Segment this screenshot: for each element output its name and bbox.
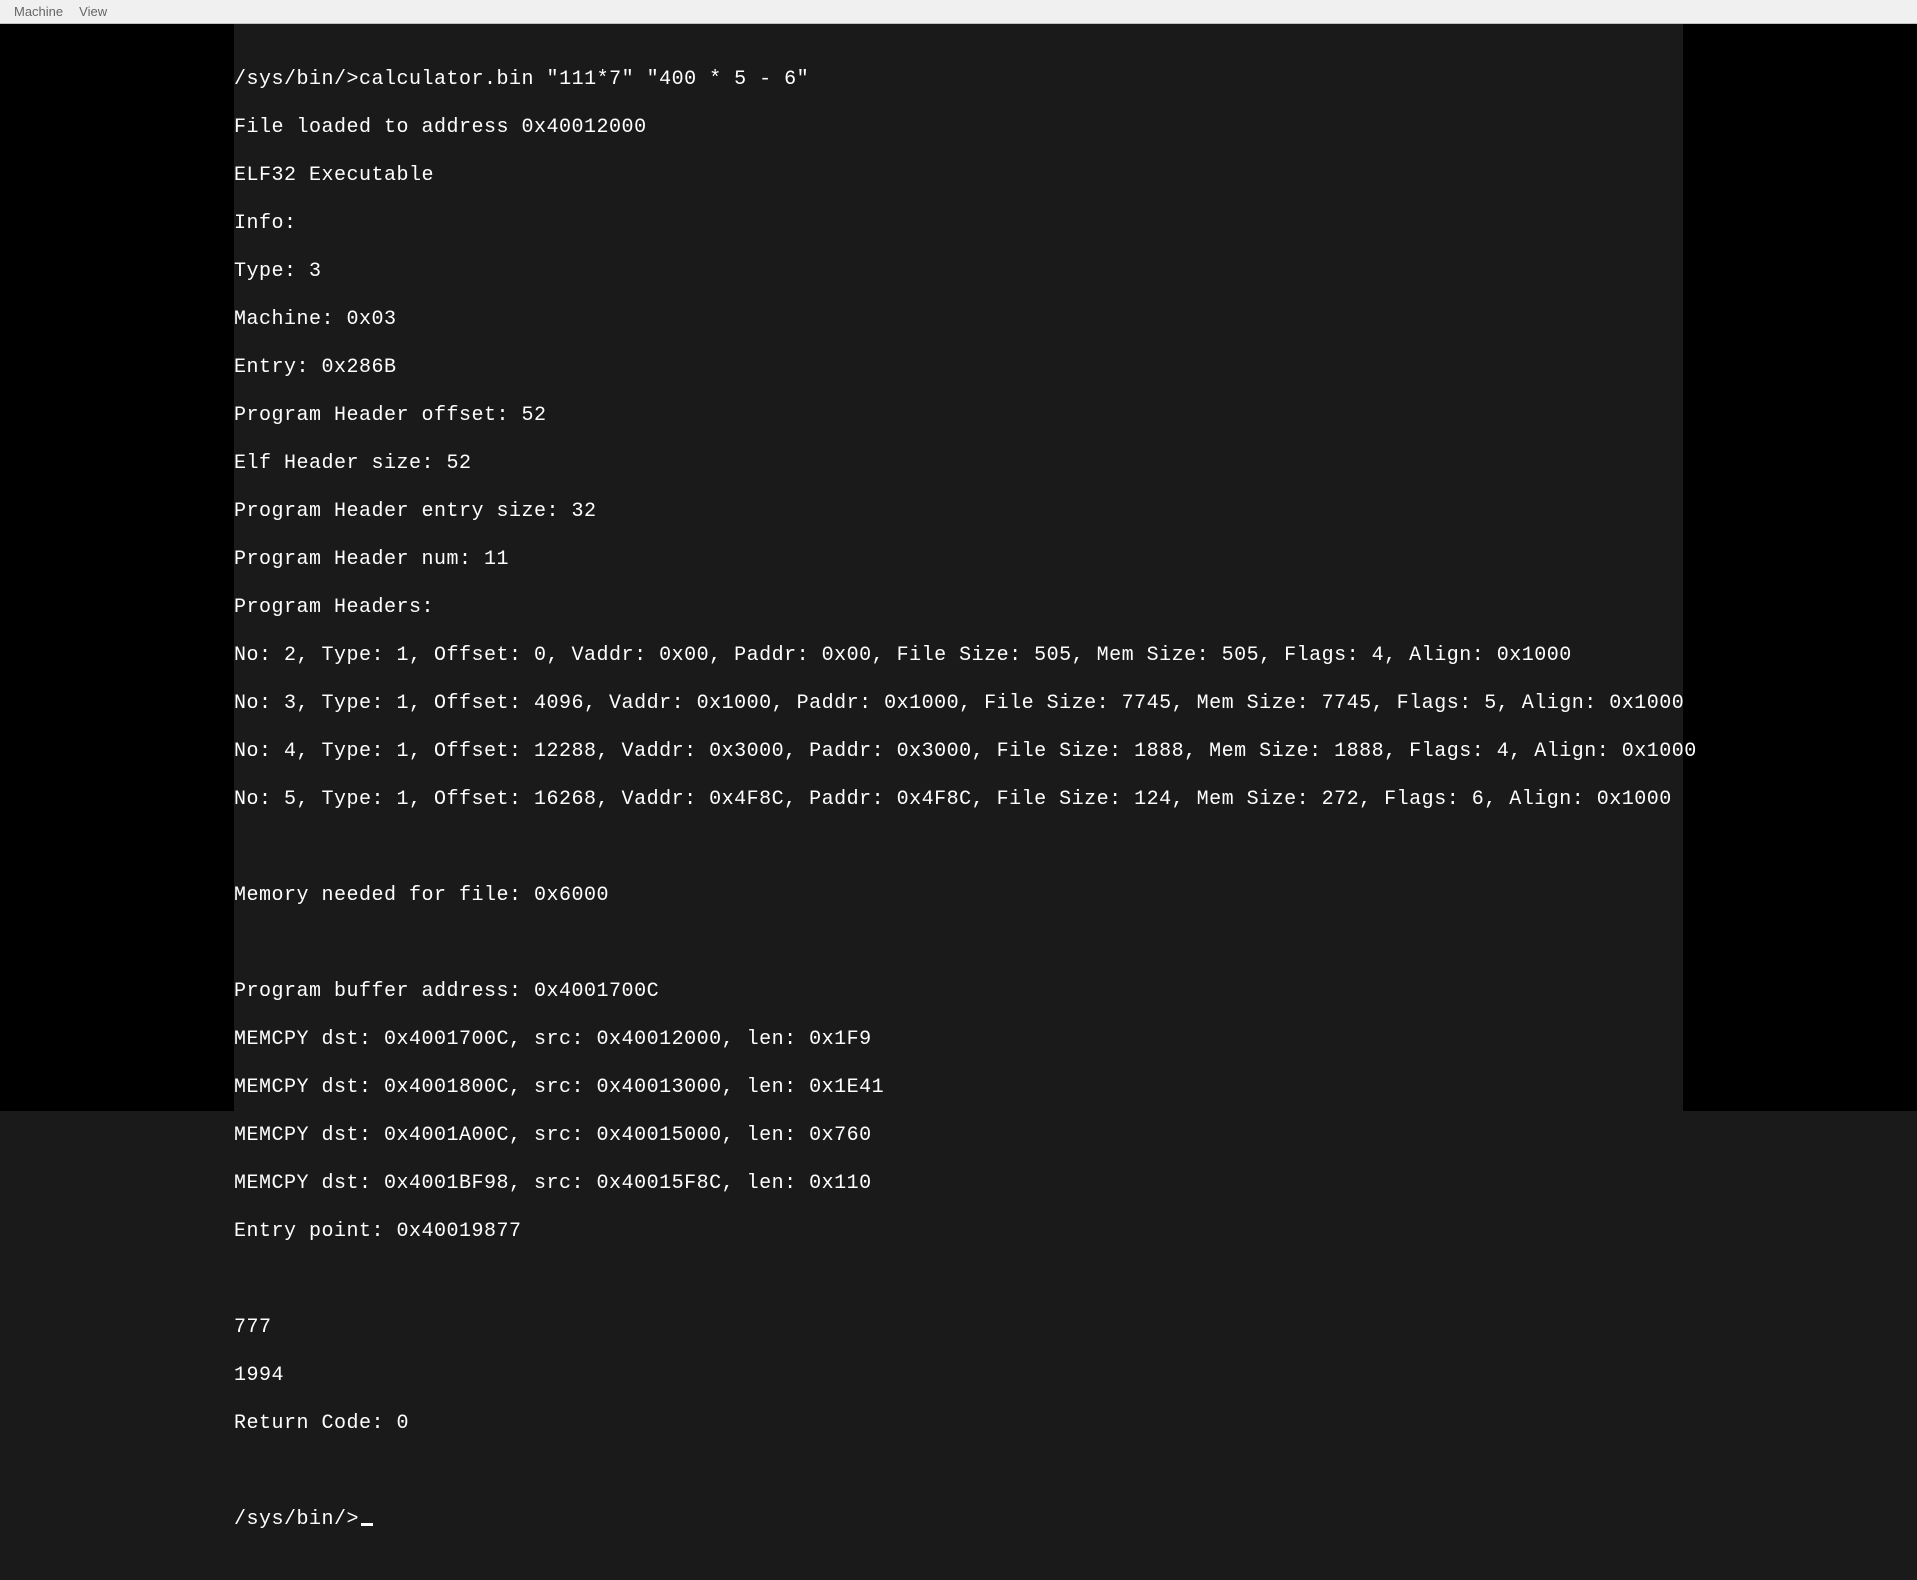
terminal-output-line: Program Header offset: 52 [234,404,1683,428]
terminal-output-line: ELF32 Executable [234,164,1683,188]
terminal-output-line: No: 2, Type: 1, Offset: 0, Vaddr: 0x00, … [234,644,1683,668]
cursor-icon [361,1523,373,1526]
terminal-command-line: /sys/bin/>calculator.bin "111*7" "400 * … [234,68,1683,92]
terminal-output-line [234,1460,1683,1484]
terminal-output-line: 1994 [234,1364,1683,1388]
terminal-output-line: Program Headers: [234,596,1683,620]
terminal-output-line: Info: [234,212,1683,236]
terminal-output-line [234,932,1683,956]
terminal-output-line: MEMCPY dst: 0x4001BF98, src: 0x40015F8C,… [234,1172,1683,1196]
terminal-output-line: Return Code: 0 [234,1412,1683,1436]
terminal-output-line: Entry point: 0x40019877 [234,1220,1683,1244]
terminal-output-line: No: 5, Type: 1, Offset: 16268, Vaddr: 0x… [234,788,1683,812]
command-text: calculator.bin "111*7" "400 * 5 - 6" [359,68,809,91]
terminal-output-line: Elf Header size: 52 [234,452,1683,476]
terminal-output-line: MEMCPY dst: 0x4001800C, src: 0x40013000,… [234,1076,1683,1100]
terminal-output-line: No: 4, Type: 1, Offset: 12288, Vaddr: 0x… [234,740,1683,764]
terminal-output-line: 777 [234,1316,1683,1340]
terminal-viewport: /sys/bin/>calculator.bin "111*7" "400 * … [0,24,1917,1111]
terminal-output-line: Entry: 0x286B [234,356,1683,380]
terminal-output-line: MEMCPY dst: 0x4001700C, src: 0x40012000,… [234,1028,1683,1052]
menu-view[interactable]: View [71,2,115,21]
terminal-output-line [234,1268,1683,1292]
terminal-prompt-line[interactable]: /sys/bin/> [234,1508,1683,1532]
terminal-output-line: No: 3, Type: 1, Offset: 4096, Vaddr: 0x1… [234,692,1683,716]
terminal-output-line: Program Header num: 11 [234,548,1683,572]
terminal-output-line: Type: 3 [234,260,1683,284]
prompt: /sys/bin/> [234,68,359,91]
terminal-output-line [234,836,1683,860]
terminal-output-line: Machine: 0x03 [234,308,1683,332]
terminal[interactable]: /sys/bin/>calculator.bin "111*7" "400 * … [234,24,1683,1111]
terminal-output-line: Program Header entry size: 32 [234,500,1683,524]
terminal-output-line: Memory needed for file: 0x6000 [234,884,1683,908]
menu-machine[interactable]: Machine [6,2,71,21]
terminal-output-line: File loaded to address 0x40012000 [234,116,1683,140]
menubar: Machine View [0,0,1917,24]
terminal-output-line: MEMCPY dst: 0x4001A00C, src: 0x40015000,… [234,1124,1683,1148]
terminal-output-line: Program buffer address: 0x4001700C [234,980,1683,1004]
prompt: /sys/bin/> [234,1508,359,1531]
